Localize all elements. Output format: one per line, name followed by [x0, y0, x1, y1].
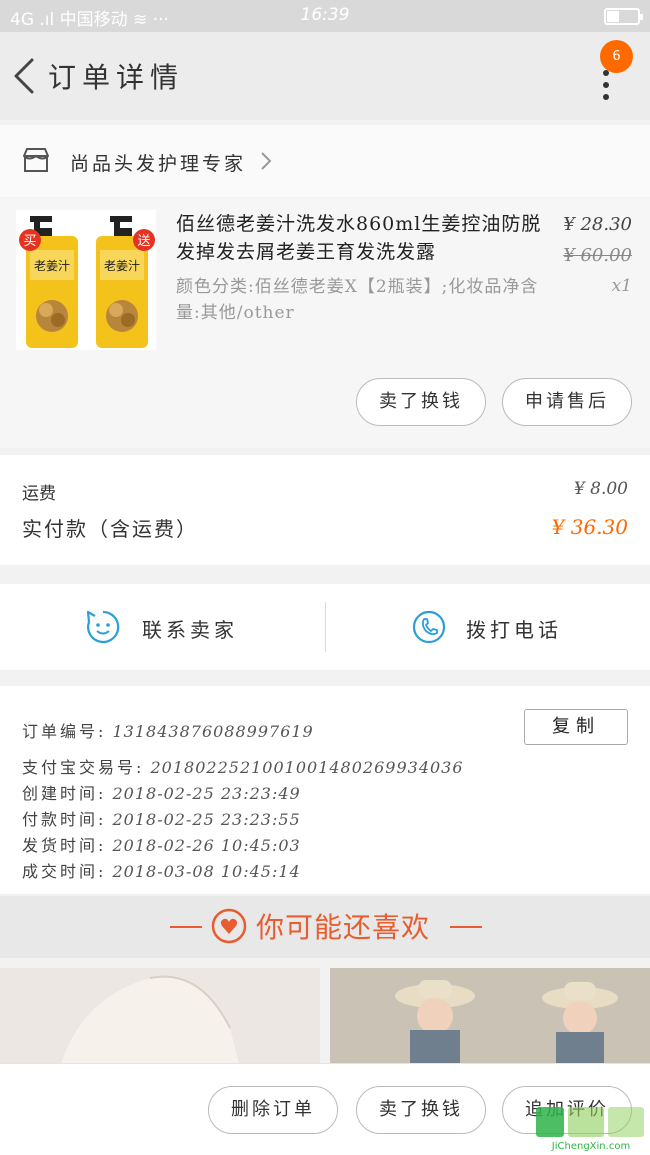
copy-button[interactable]: 复制 [524, 709, 628, 745]
order-number-row: 订单编号: 131843876088997619 [22, 718, 314, 742]
info-key: 付款时间: [22, 810, 107, 829]
buy-again-bottom-button[interactable]: 卖了换钱 [356, 1086, 486, 1134]
recommend-title: 你可能还喜欢 [256, 911, 431, 944]
paid-time: 2018-02-25 23:23:55 [112, 810, 301, 829]
created-time: 2018-02-25 23:23:49 [112, 784, 301, 803]
tag-gift-label: 送 [137, 234, 150, 249]
completed-time-row: 成交时间: 2018-03-08 10:45:14 [22, 858, 301, 882]
paid-time-row: 付款时间: 2018-02-25 23:23:55 [22, 806, 301, 830]
shipping-value: ¥ 8.00 [573, 479, 628, 499]
call-label: 拨打电话 [466, 618, 562, 642]
contact-seller-label: 联系卖家 [142, 618, 238, 642]
info-key: 订单编号: [22, 722, 107, 741]
kids-fashion-image [330, 968, 650, 1068]
recommend-item[interactable] [330, 968, 650, 1068]
alipay-number-row: 支付宝交易号: 2018022521001001480269934036 [22, 754, 464, 778]
buy-again-button[interactable]: 卖了换钱 [356, 378, 486, 426]
shop-icon [23, 148, 49, 172]
info-key: 创建时间: [22, 784, 107, 803]
contact-seller-button[interactable]: 联系卖家 [0, 584, 325, 670]
created-time-row: 创建时间: 2018-02-25 23:23:49 [22, 780, 301, 804]
paid-label: 实付款（含运费） [22, 517, 198, 541]
tag-buy-label: 买 [23, 234, 36, 249]
product-title[interactable]: 佰丝德老姜汁洗发水860ml生姜控油防脱发掉发去屑老姜王育发洗发露 [176, 210, 560, 266]
shipped-time: 2018-02-26 10:45:03 [112, 836, 301, 855]
status-bar: 4G .ıl 中国移动 ≋ ··· 16:39 [0, 0, 650, 32]
info-key: 支付宝交易号: [22, 758, 145, 777]
shipping-label: 运费 [22, 484, 56, 504]
contact-bar: 联系卖家 拨打电话 [0, 584, 650, 670]
notification-badge: 6 [600, 40, 633, 73]
product-spec: 颜色分类:佰丝德老姜X【2瓶装】;化妆品净含量:其他/other [176, 277, 539, 323]
shop-row[interactable]: 尚品头发护理专家 [0, 125, 650, 197]
product-card: 买 送 老姜汁 老姜汁 佰丝德老姜汁洗发水860ml生姜控油防脱发掉发去屑老姜王… [0, 198, 650, 448]
back-arrow-icon[interactable] [10, 56, 40, 96]
phone-icon [412, 610, 446, 644]
alipay-number: 2018022521001001480269934036 [150, 758, 464, 777]
order-info: 订单编号: 131843876088997619 复制 支付宝交易号: 2018… [0, 686, 650, 894]
product-price: ¥ 28.30 [563, 214, 632, 235]
watermark-logo: JiChengXin.com [536, 1107, 644, 1151]
watermark-text: JiChengXin.com [551, 1141, 630, 1151]
decor-line-left [170, 926, 202, 928]
product-image[interactable]: 买 送 老姜汁 老姜汁 [16, 210, 156, 350]
delete-order-button[interactable]: 删除订单 [208, 1086, 338, 1134]
info-key: 发货时间: [22, 836, 107, 855]
battery-icon [604, 8, 643, 25]
bottle-label-1: 老姜汁 [34, 259, 70, 273]
product-quantity: x1 [611, 276, 632, 296]
heart-icon [211, 908, 247, 944]
paid-value: ¥ 36.30 [551, 515, 628, 539]
shipped-time-row: 发货时间: 2018-02-26 10:45:03 [22, 832, 301, 856]
chevron-right-icon [261, 152, 272, 170]
info-key: 成交时间: [22, 862, 107, 881]
shop-name: 尚品头发护理专家 [70, 153, 247, 175]
original-price: ¥ 60.00 [563, 245, 632, 266]
nav-header: 订单详情 6 [0, 32, 650, 120]
page-title: 订单详情 [48, 61, 185, 94]
clock: 16:39 [300, 5, 350, 25]
recommend-header: 你可能还喜欢 [0, 896, 650, 958]
more-menu-button[interactable] [596, 70, 616, 128]
after-sale-button[interactable]: 申请售后 [502, 378, 632, 426]
fee-summary: 运费 ¥ 8.00 实付款（含运费） ¥ 36.30 [0, 455, 650, 565]
chat-face-icon [86, 610, 120, 644]
order-number: 131843876088997619 [112, 722, 314, 741]
recommend-item[interactable] [0, 968, 320, 1068]
call-button[interactable]: 拨打电话 [326, 584, 650, 670]
shoe-image [0, 968, 320, 1068]
bottle-label-2: 老姜汁 [104, 259, 140, 273]
decor-line-right [450, 926, 482, 928]
completed-time: 2018-03-08 10:45:14 [112, 862, 301, 881]
